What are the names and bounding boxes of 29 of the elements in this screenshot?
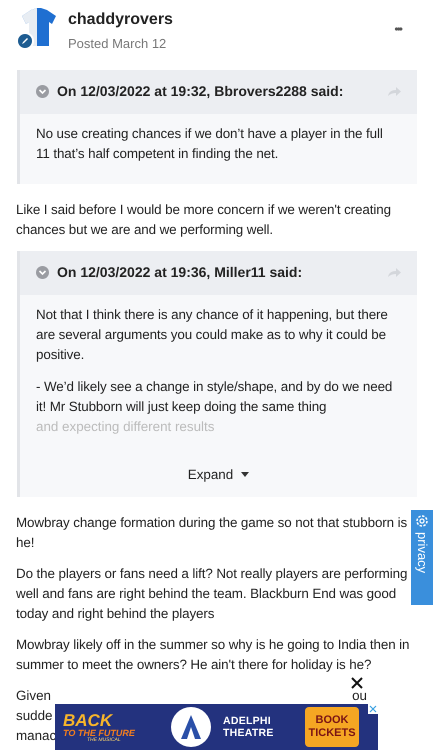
close-icon[interactable] — [351, 677, 363, 689]
book-tickets-button[interactable]: BOOK TICKETS — [305, 707, 359, 747]
quote-text-faded: and expecting different results — [36, 418, 216, 436]
pencil-icon — [21, 37, 29, 45]
quote-text: Not that I think there is any chance of it happening, but there are several arguments you could make as to why it could be positive. — [36, 306, 389, 364]
collapse-chevron-icon[interactable] — [36, 266, 49, 279]
post-paragraph: Like I said before I would be more concern if we weren't creating chances but we are and we performing well. — [16, 200, 392, 239]
post-paragraph: Do the players or fans need a lift? Not really players are performing well and fans are right behind the team. Blackburn End was good today and right behind the players — [16, 564, 408, 623]
post-paragraph: Mowbray likely off in the summer so why is he going to India then in summer to meet the owners? He ain't there for holiday is he? — [16, 636, 410, 674]
quote-header: On 12/03/2022 at 19:32, Bbrovers2288 said: — [57, 82, 344, 101]
expand-button[interactable]: Expand — [188, 464, 250, 485]
more-options-button[interactable]: ••• — [394, 20, 401, 38]
post-date: Posted March 12 — [68, 35, 168, 53]
ad-logo-text: TO THE FUTURE — [63, 728, 136, 738]
author-name[interactable]: chaddyrovers — [68, 10, 382, 30]
collapse-chevron-icon[interactable] — [36, 85, 49, 98]
triangle-logo-icon — [171, 707, 211, 747]
post-text-fragment: ou — [352, 686, 367, 705]
quote-header: On 12/03/2022 at 19:36, Miller11 said: — [57, 263, 304, 282]
ad-logo-text: BACK — [63, 712, 114, 728]
ad-venue-text: ADELPHI THEATRE — [223, 715, 275, 739]
post-text-fragment: manac — [16, 726, 56, 745]
caret-icon — [241, 472, 250, 478]
quote-text: No use creating chances if we don’t have a player in the full 11 that’s half competent in finding the net. — [36, 124, 384, 163]
post-text-fragment: sudde — [16, 706, 52, 725]
settings-icon[interactable] — [415, 514, 429, 528]
post-text-fragment: Given — [16, 686, 51, 705]
quote-text: - We’d likely see a change in style/shape, and by do we need it! Mr Stubborn will just keep doing the same thing — [36, 378, 394, 416]
post-paragraph: Mowbray change formation during the game so not that stubborn is he! — [16, 514, 408, 552]
